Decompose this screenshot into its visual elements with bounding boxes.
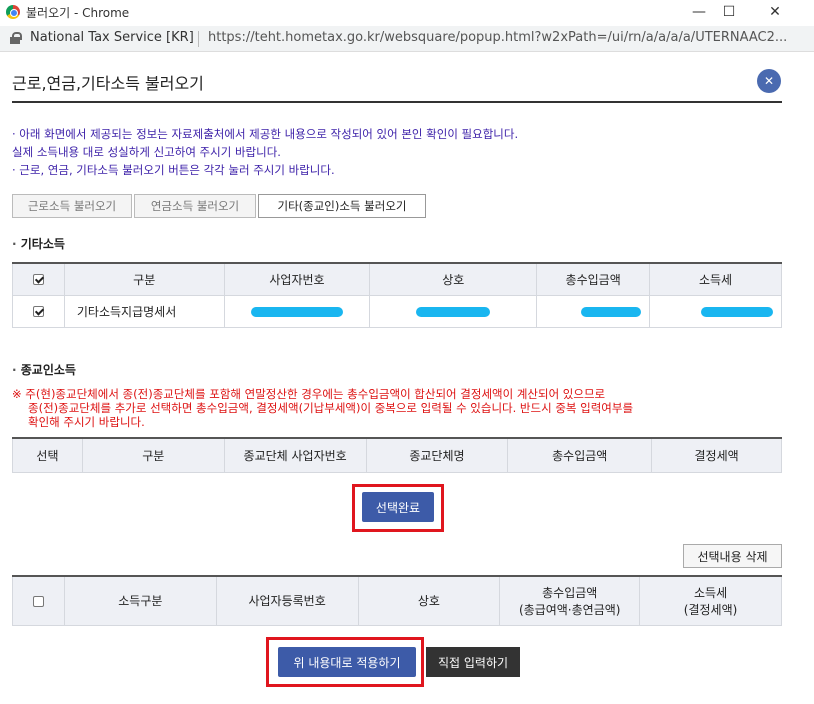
header-company-name: 상호	[369, 262, 538, 296]
header-income-tax: 소득세 (결정세액)	[639, 575, 782, 626]
apply-button[interactable]: 위 내용대로 적용하기	[278, 647, 416, 677]
notice-line-1: · 아래 화면에서 제공되는 정보는 자료제출처에서 제공한 내용으로 작성되어…	[12, 127, 519, 141]
close-popup-button[interactable]: ✕	[757, 69, 781, 93]
header-business-reg-number: 사업자등록번호	[215, 575, 359, 626]
header-income-tax-main: 소득세	[694, 585, 728, 600]
selected-items-table: 소득구분 사업자등록번호 상호 총수입금액 (총급여액·총연금액) 소득세 (결…	[12, 575, 782, 626]
close-icon: ✕	[763, 74, 775, 88]
header-select: 선택	[12, 437, 83, 473]
header-select-all[interactable]	[12, 262, 65, 296]
table-row[interactable]: 기타소득지급명세서	[12, 294, 782, 328]
header-select-all[interactable]	[12, 575, 65, 626]
select-all-checkbox[interactable]	[32, 595, 44, 607]
row-income-tax	[649, 294, 782, 328]
tab-earned-income[interactable]: 근로소득 불러오기	[12, 194, 132, 218]
select-complete-button[interactable]: 선택완료	[362, 492, 434, 522]
row-category: 기타소득지급명세서	[63, 294, 225, 328]
row-company-name	[369, 294, 538, 328]
header-income-tax: 소득세	[649, 262, 782, 296]
lock-icon	[10, 32, 22, 44]
header-category: 구분	[81, 437, 225, 473]
chrome-icon	[6, 5, 20, 19]
redacted-value	[701, 306, 773, 317]
warning-line-3: 확인해 주시기 바랍니다.	[28, 415, 145, 429]
manual-input-button[interactable]: 직접 입력하기	[426, 647, 520, 677]
row-business-number	[223, 294, 371, 328]
section-title-religious-income: · 종교인소득	[12, 361, 76, 378]
header-category: 구분	[63, 262, 225, 296]
tab-pension-income[interactable]: 연금소득 불러오기	[134, 194, 256, 218]
section-bullet: ·	[12, 363, 21, 377]
row-select-cell[interactable]	[12, 294, 65, 328]
select-all-checkbox[interactable]	[32, 274, 44, 286]
other-income-table: 구분 사업자번호 상호 총수입금액 소득세 기타소득지급명세서	[12, 262, 782, 328]
site-identity[interactable]: National Tax Service [KR]	[30, 30, 194, 45]
header-total-revenue: 총수입금액	[536, 262, 651, 296]
header-religious-business-number: 종교단체 사업자번호	[223, 437, 367, 473]
section-title-text: 종교인소득	[20, 363, 76, 377]
section-bullet: ·	[12, 237, 21, 251]
header-total-revenue: 총수입금액 (총급여액·총연금액)	[499, 575, 641, 626]
header-religious-org-name: 종교단체명	[365, 437, 509, 473]
maximize-button[interactable]: ☐	[706, 0, 752, 24]
section-title-other-income: · 기타소득	[12, 235, 65, 252]
delete-selection-button[interactable]: 선택내용 삭제	[683, 544, 782, 568]
popup-title: 근로,연금,기타소득 불러오기	[12, 74, 204, 93]
redacted-value	[416, 306, 491, 317]
notice-line-2: 실제 소득내용 대로 성실하게 신고하여 주시기 바랍니다.	[12, 145, 281, 159]
table-header-row: 소득구분 사업자등록번호 상호 총수입금액 (총급여액·총연금액) 소득세 (결…	[12, 575, 782, 626]
address-separator	[198, 31, 199, 47]
header-determined-tax: 결정세액	[651, 437, 782, 473]
table-header-row: 구분 사업자번호 상호 총수입금액 소득세	[12, 262, 782, 296]
section-title-text: 기타소득	[20, 237, 65, 251]
title-divider	[12, 101, 782, 103]
close-window-button[interactable]: ✕	[752, 0, 798, 24]
url-text[interactable]: https://teht.hometax.go.kr/websquare/pop…	[208, 30, 787, 45]
notice-line-3: · 근로, 연금, 기타소득 불러오기 버튼은 각각 눌러 주시기 바랍니다.	[12, 163, 335, 177]
tab-other-religious-income[interactable]: 기타(종교인)소득 불러오기	[258, 194, 426, 218]
header-income-type: 소득구분	[63, 575, 217, 626]
header-income-tax-sub: (결정세액)	[683, 602, 738, 617]
religious-income-table: 선택 구분 종교단체 사업자번호 종교단체명 총수입금액 결정세액	[12, 437, 782, 473]
header-total-revenue: 총수입금액	[507, 437, 653, 473]
header-total-revenue-sub: (총급여액·총연금액)	[518, 602, 621, 617]
redacted-value	[250, 306, 343, 317]
header-total-revenue-main: 총수입금액	[542, 585, 598, 600]
address-bar[interactable]: National Tax Service [KR] https://teht.h…	[0, 26, 814, 52]
row-checkbox[interactable]	[32, 306, 44, 317]
browser-titlebar: 불러오기 - Chrome — ☐ ✕	[0, 0, 814, 24]
row-total-revenue	[536, 294, 651, 328]
header-company-name: 상호	[357, 575, 501, 626]
header-business-number: 사업자번호	[223, 262, 371, 296]
window-title: 불러오기 - Chrome	[26, 6, 130, 20]
table-header-row: 선택 구분 종교단체 사업자번호 종교단체명 총수입금액 결정세액	[12, 437, 782, 473]
redacted-value	[581, 306, 642, 317]
